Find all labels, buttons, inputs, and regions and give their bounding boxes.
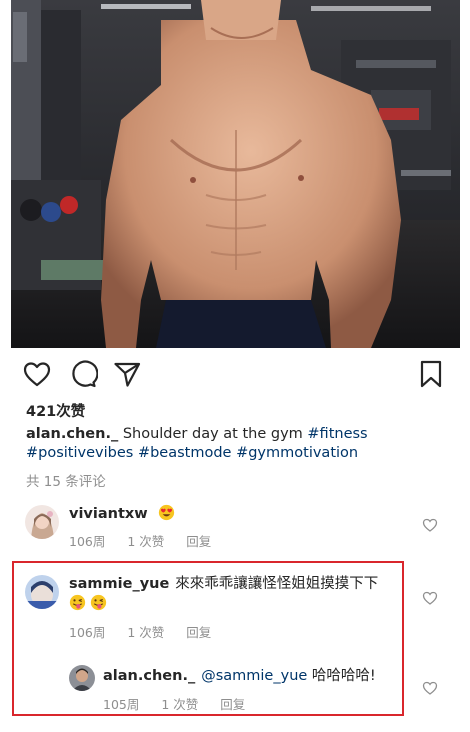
comment-username[interactable]: viviantxw — [69, 506, 148, 522]
likes-count[interactable]: 421次赞 — [26, 400, 85, 421]
caption-username[interactable]: alan.chen._ — [26, 426, 118, 442]
comment-body: alan.chen._ @sammie_yue 哈哈哈哈! — [103, 666, 376, 686]
reply-button[interactable]: 回复 — [220, 697, 245, 712]
post-caption: alan.chen._ Shoulder day at the gym #fit… — [26, 425, 446, 463]
comment-age: 106周 — [69, 625, 106, 640]
hashtag-link[interactable]: #gymmotivation — [236, 445, 358, 461]
comment-body: sammie_yue 來來乖乖讓讓怪怪姐姐摸摸下下 — [69, 574, 378, 594]
heart-eyes-emoji — [158, 504, 175, 521]
comment-age: 106周 — [69, 534, 106, 549]
post-photo[interactable] — [11, 0, 460, 348]
mention-link[interactable]: @sammie_yue — [201, 668, 307, 684]
winking-tongue-emoji — [69, 594, 86, 611]
comment-username[interactable]: sammie_yue — [69, 576, 169, 592]
gym-photo-illustration — [11, 0, 460, 348]
comment-text: 哈哈哈哈! — [307, 668, 376, 684]
post-action-bar — [22, 357, 448, 391]
comment-age: 105周 — [103, 697, 140, 712]
share-icon[interactable] — [112, 359, 142, 389]
winking-tongue-emoji — [90, 594, 107, 611]
caption-text: Shoulder day at the gym — [118, 426, 308, 442]
comment-meta: 106周 1 次赞 回复 — [69, 622, 233, 641]
comment-likes[interactable]: 1 次赞 — [127, 625, 164, 640]
bookmark-icon[interactable] — [416, 359, 446, 389]
hashtag-link[interactable]: #positivevibes — [26, 445, 133, 461]
comment-meta: 105周 1 次赞 回复 — [103, 694, 267, 713]
hashtag-link[interactable]: #beastmode — [138, 445, 232, 461]
avatar[interactable] — [25, 575, 59, 609]
view-all-comments-link[interactable]: 共 15 条评论 — [26, 470, 106, 490]
comment-body: viviantxw — [69, 504, 175, 524]
hashtag-link[interactable]: #fitness — [307, 426, 367, 442]
comment-emoji-line — [69, 594, 107, 614]
comment-username[interactable]: alan.chen._ — [103, 668, 195, 684]
comment-likes[interactable]: 1 次赞 — [127, 534, 164, 549]
reply-button[interactable]: 回复 — [186, 625, 211, 640]
comment-meta: 106周 1 次赞 回复 — [69, 531, 233, 550]
instagram-post-page: 421次赞 alan.chen._ Shoulder day at the gy… — [0, 0, 470, 732]
like-comment-heart-icon[interactable] — [422, 590, 438, 606]
comment-icon[interactable] — [68, 359, 98, 389]
comment-likes[interactable]: 1 次赞 — [161, 697, 198, 712]
like-comment-heart-icon[interactable] — [422, 680, 438, 696]
reply-button[interactable]: 回复 — [186, 534, 211, 549]
like-comment-heart-icon[interactable] — [422, 517, 438, 533]
heart-icon[interactable] — [22, 359, 52, 389]
avatar[interactable] — [69, 665, 95, 691]
avatar[interactable] — [25, 505, 59, 539]
comment-text: 來來乖乖讓讓怪怪姐姐摸摸下下 — [175, 576, 379, 592]
